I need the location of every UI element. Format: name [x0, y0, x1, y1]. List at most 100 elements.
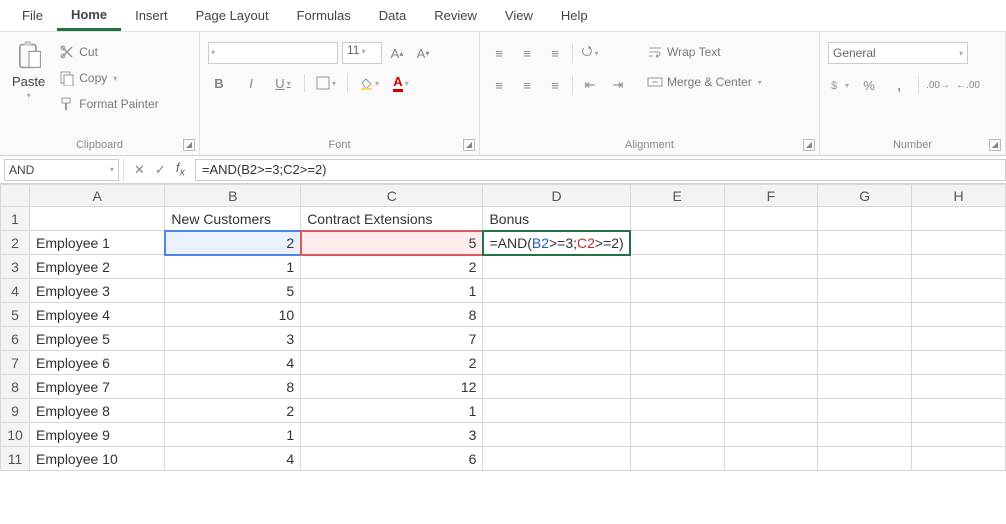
row-header[interactable]: 6 [1, 327, 30, 351]
cell[interactable] [630, 327, 724, 351]
cell[interactable]: 1 [165, 255, 301, 279]
cell[interactable] [630, 303, 724, 327]
cell[interactable] [483, 447, 630, 471]
col-header[interactable]: E [630, 185, 724, 207]
cell[interactable]: Employee 7 [30, 375, 165, 399]
border-button[interactable] [315, 72, 337, 94]
cell[interactable]: 12 [301, 375, 483, 399]
bold-button[interactable]: B [208, 72, 230, 94]
cell[interactable]: Contract Extensions [301, 207, 483, 231]
name-box[interactable]: AND ▾ [4, 159, 119, 181]
cell[interactable] [724, 351, 818, 375]
cell[interactable] [483, 399, 630, 423]
decrease-decimal-button[interactable]: ←.00 [957, 74, 979, 96]
row-header[interactable]: 9 [1, 399, 30, 423]
cell[interactable]: 3 [301, 423, 483, 447]
font-color-button[interactable]: A [390, 72, 412, 94]
cell[interactable]: Employee 3 [30, 279, 165, 303]
cell[interactable] [818, 303, 912, 327]
cell[interactable]: 1 [165, 423, 301, 447]
cell[interactable] [630, 351, 724, 375]
cell[interactable] [630, 279, 724, 303]
row-header[interactable]: 10 [1, 423, 30, 447]
cell[interactable] [630, 255, 724, 279]
row-header[interactable]: 2 [1, 231, 30, 255]
wrap-text-button[interactable]: Wrap Text [643, 42, 766, 62]
cell[interactable] [912, 207, 1006, 231]
cell[interactable] [483, 327, 630, 351]
cell[interactable] [912, 231, 1006, 255]
cell[interactable]: Employee 9 [30, 423, 165, 447]
cell[interactable] [912, 303, 1006, 327]
fx-icon[interactable]: fx [176, 160, 185, 179]
spreadsheet-grid[interactable]: A B C D E F G H 1 New Customers Contract… [0, 184, 1006, 471]
row-header[interactable]: 4 [1, 279, 30, 303]
cell[interactable] [724, 375, 818, 399]
cell[interactable] [30, 207, 165, 231]
cell[interactable]: 7 [301, 327, 483, 351]
number-format-select[interactable]: General ▾ [828, 42, 968, 64]
merge-center-button[interactable]: Merge & Center [643, 72, 766, 92]
cell[interactable]: 3 [165, 327, 301, 351]
cell[interactable] [483, 375, 630, 399]
align-bottom-button[interactable]: ≡ [544, 42, 566, 64]
row-header[interactable]: 3 [1, 255, 30, 279]
menu-home[interactable]: Home [57, 1, 121, 31]
font-launcher[interactable]: ◢ [463, 139, 475, 151]
cell[interactable] [724, 399, 818, 423]
cell[interactable] [912, 327, 1006, 351]
col-header[interactable]: A [30, 185, 165, 207]
increase-indent-button[interactable]: ⇥ [607, 74, 629, 96]
cell[interactable] [630, 375, 724, 399]
col-header[interactable]: D [483, 185, 630, 207]
cell[interactable] [818, 207, 912, 231]
row-header[interactable]: 11 [1, 447, 30, 471]
cell[interactable]: Employee 4 [30, 303, 165, 327]
align-left-button[interactable]: ≡ [488, 74, 510, 96]
cell[interactable] [630, 447, 724, 471]
col-header[interactable]: B [165, 185, 301, 207]
cell[interactable] [724, 207, 818, 231]
fill-color-button[interactable] [358, 72, 380, 94]
menu-formulas[interactable]: Formulas [283, 2, 365, 29]
cell[interactable]: 2 [301, 255, 483, 279]
cell[interactable] [483, 279, 630, 303]
decrease-indent-button[interactable]: ⇤ [579, 74, 601, 96]
copy-button[interactable]: Copy [55, 68, 162, 88]
cell[interactable]: New Customers [165, 207, 301, 231]
alignment-launcher[interactable]: ◢ [803, 139, 815, 151]
cell[interactable]: 4 [165, 351, 301, 375]
cell[interactable] [483, 303, 630, 327]
paste-button[interactable]: Paste ▾ [8, 36, 49, 104]
cell[interactable]: 2 [165, 231, 301, 255]
cell[interactable] [724, 255, 818, 279]
cell[interactable] [818, 255, 912, 279]
cell[interactable] [630, 399, 724, 423]
increase-decimal-button[interactable]: .00→ [927, 74, 949, 96]
orientation-button[interactable]: ⭯ [579, 42, 601, 64]
row-header[interactable]: 8 [1, 375, 30, 399]
format-painter-button[interactable]: Format Painter [55, 94, 162, 114]
font-name-select[interactable] [208, 42, 338, 64]
accounting-format-button[interactable]: $ [828, 74, 850, 96]
cell[interactable]: 1 [301, 399, 483, 423]
cell[interactable] [818, 447, 912, 471]
cell[interactable] [724, 231, 818, 255]
cell[interactable] [912, 375, 1006, 399]
italic-button[interactable]: I [240, 72, 262, 94]
number-launcher[interactable]: ◢ [989, 139, 1001, 151]
accept-formula-button[interactable]: ✓ [155, 162, 166, 178]
underline-button[interactable]: U [272, 72, 294, 94]
align-center-button[interactable]: ≡ [516, 74, 538, 96]
cell[interactable] [912, 423, 1006, 447]
cell[interactable]: 8 [301, 303, 483, 327]
menu-insert[interactable]: Insert [121, 2, 182, 29]
cell[interactable]: 2 [165, 399, 301, 423]
cell[interactable]: Bonus [483, 207, 630, 231]
cell[interactable]: 5 [301, 231, 483, 255]
cell[interactable] [818, 231, 912, 255]
row-header[interactable]: 1 [1, 207, 30, 231]
cell[interactable] [630, 207, 724, 231]
cell[interactable]: 8 [165, 375, 301, 399]
comma-button[interactable]: , [888, 74, 910, 96]
